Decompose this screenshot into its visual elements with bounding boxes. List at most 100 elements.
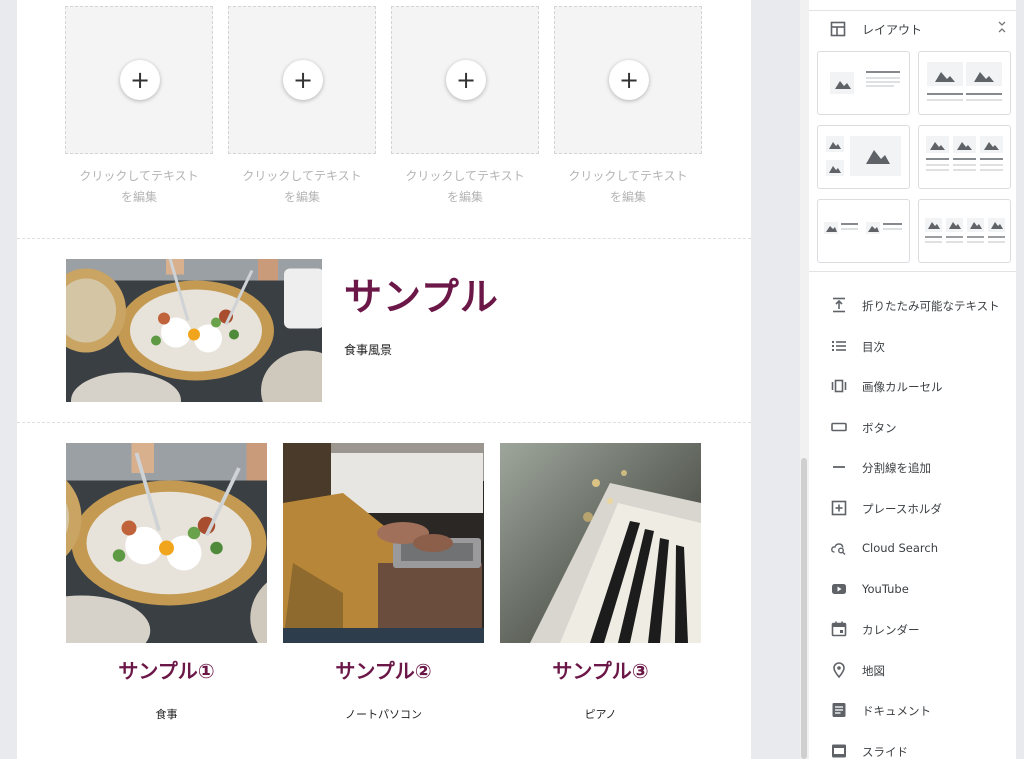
image-placeholder[interactable]: + xyxy=(65,6,213,154)
insert-slides[interactable]: スライド xyxy=(809,738,1016,759)
insert-item-label: Cloud Search xyxy=(862,541,939,555)
card-title[interactable]: サンプル② xyxy=(283,655,484,684)
insert-youtube[interactable]: YouTube xyxy=(809,576,1016,602)
caption-line: を編集 xyxy=(609,190,646,204)
card-title[interactable]: サンプル③ xyxy=(500,655,701,684)
collapse-icon[interactable] xyxy=(997,20,1007,34)
card-image[interactable] xyxy=(66,443,267,643)
layout-section-header[interactable]: レイアウト xyxy=(809,18,1016,42)
add-image-button[interactable]: + xyxy=(283,60,323,100)
image-carousel-icon xyxy=(831,379,847,393)
caption-line: クリックしてテキスト xyxy=(79,169,199,183)
insert-item-label: スライド xyxy=(862,745,908,759)
laptop-typing-photo xyxy=(283,443,484,643)
card-title[interactable]: サンプル① xyxy=(66,655,267,684)
button-icon xyxy=(831,422,847,432)
placeholder-caption[interactable]: クリックしてテキスト を編集 xyxy=(228,166,376,208)
placeholder-cell: + クリックしてテキスト を編集 xyxy=(554,6,702,208)
insert-item-label: ボタン xyxy=(862,421,897,435)
table-of-contents-icon xyxy=(832,341,846,351)
card-subtitle[interactable]: 食事 xyxy=(66,706,267,722)
placeholder-cell: + クリックしてテキスト を編集 xyxy=(228,6,376,208)
document-icon xyxy=(832,703,846,717)
caption-line: クリックしてテキスト xyxy=(405,169,525,183)
feature-subtitle[interactable]: 食事風景 xyxy=(344,341,392,358)
piano-keys-photo xyxy=(500,443,701,643)
card: サンプル③ ピアノ xyxy=(500,443,701,722)
layout-thumbnail xyxy=(926,136,1003,171)
panel-divider xyxy=(809,10,1016,11)
layout-thumbnail xyxy=(824,222,902,234)
placeholder-cell: + クリックしてテキスト を編集 xyxy=(391,6,539,208)
plus-icon: + xyxy=(618,66,640,94)
add-image-button[interactable]: + xyxy=(120,60,160,100)
youtube-icon xyxy=(832,584,846,594)
insert-document[interactable]: ドキュメント xyxy=(809,697,1016,723)
card: サンプル① 食事 xyxy=(66,443,267,722)
insert-cloud-search[interactable]: Cloud Search xyxy=(809,535,1016,561)
calendar-icon xyxy=(831,621,847,637)
feature-image[interactable] xyxy=(66,259,322,402)
layout-option-two-images[interactable] xyxy=(918,51,1011,115)
insert-divider[interactable]: 分割線を追加 xyxy=(809,454,1016,480)
layout-option-gallery[interactable] xyxy=(817,125,910,189)
insert-map[interactable]: 地図 xyxy=(809,657,1016,683)
insert-item-label: ドキュメント xyxy=(862,704,931,718)
insert-item-label: 地図 xyxy=(862,664,885,678)
cloud-search-icon xyxy=(831,543,846,555)
layout-option-three-columns[interactable] xyxy=(918,125,1011,189)
layout-icon xyxy=(830,21,846,37)
plus-icon: + xyxy=(129,66,151,94)
insert-item-label: 分割線を追加 xyxy=(862,461,931,475)
insert-item-label: 画像カルーセル xyxy=(862,380,943,394)
food-plates-photo xyxy=(66,259,322,402)
insert-item-label: 目次 xyxy=(862,340,885,354)
placeholder-cell: + クリックしてテキスト を編集 xyxy=(65,6,213,208)
card-image[interactable] xyxy=(283,443,484,643)
image-placeholder[interactable]: + xyxy=(391,6,539,154)
layout-option-image-text[interactable] xyxy=(817,51,910,115)
scrollbar-thumb[interactable] xyxy=(801,458,807,759)
card-subtitle[interactable]: ピアノ xyxy=(500,706,701,722)
caption-line: クリックしてテキスト xyxy=(242,169,362,183)
feature-title[interactable]: サンプル xyxy=(344,266,499,321)
layout-thumbnail xyxy=(826,136,901,176)
insert-button[interactable]: ボタン xyxy=(809,414,1016,440)
page-canvas: + クリックしてテキスト を編集 + クリックしてテキスト を編集 + クリック… xyxy=(17,0,751,759)
panel-divider xyxy=(809,271,1016,272)
placeholder-icon xyxy=(831,500,847,516)
layout-option-four-columns[interactable] xyxy=(918,199,1011,263)
layout-thumbnail xyxy=(925,218,1005,243)
card-image[interactable] xyxy=(500,443,701,643)
insert-panel: レイアウト 折りたたみ可能なテキスト 目次 画像カルーセル ボタン 分割線を追加… xyxy=(809,0,1016,759)
insert-item-label: YouTube xyxy=(862,582,909,596)
card-subtitle[interactable]: ノートパソコン xyxy=(283,706,484,722)
collapsible-text-icon xyxy=(833,297,845,313)
insert-table-of-contents[interactable]: 目次 xyxy=(809,333,1016,359)
caption-line: を編集 xyxy=(446,190,483,204)
food-plates-photo xyxy=(66,443,267,643)
insert-item-label: カレンダー xyxy=(862,623,920,637)
insert-placeholder[interactable]: プレースホルダ xyxy=(809,495,1016,521)
insert-item-label: プレースホルダ xyxy=(862,502,942,516)
placeholder-caption[interactable]: クリックしてテキスト を編集 xyxy=(391,166,539,208)
image-placeholder[interactable]: + xyxy=(554,6,702,154)
caption-line: を編集 xyxy=(283,190,320,204)
layout-label: レイアウト xyxy=(862,23,923,37)
insert-calendar[interactable]: カレンダー xyxy=(809,616,1016,642)
plus-icon: + xyxy=(292,66,314,94)
caption-line: クリックしてテキスト xyxy=(568,169,688,183)
image-placeholder[interactable]: + xyxy=(228,6,376,154)
insert-collapsible-text[interactable]: 折りたたみ可能なテキスト xyxy=(809,292,1016,318)
window-edge xyxy=(1016,0,1024,759)
layout-option-two-image-text[interactable] xyxy=(817,199,910,263)
add-image-button[interactable]: + xyxy=(609,60,649,100)
plus-icon: + xyxy=(455,66,477,94)
card: サンプル② ノートパソコン xyxy=(283,443,484,722)
section-divider xyxy=(17,422,751,423)
layout-thumbnail xyxy=(830,71,900,94)
placeholder-caption[interactable]: クリックしてテキスト を編集 xyxy=(65,166,213,208)
placeholder-caption[interactable]: クリックしてテキスト を編集 xyxy=(554,166,702,208)
insert-image-carousel[interactable]: 画像カルーセル xyxy=(809,373,1016,399)
add-image-button[interactable]: + xyxy=(446,60,486,100)
